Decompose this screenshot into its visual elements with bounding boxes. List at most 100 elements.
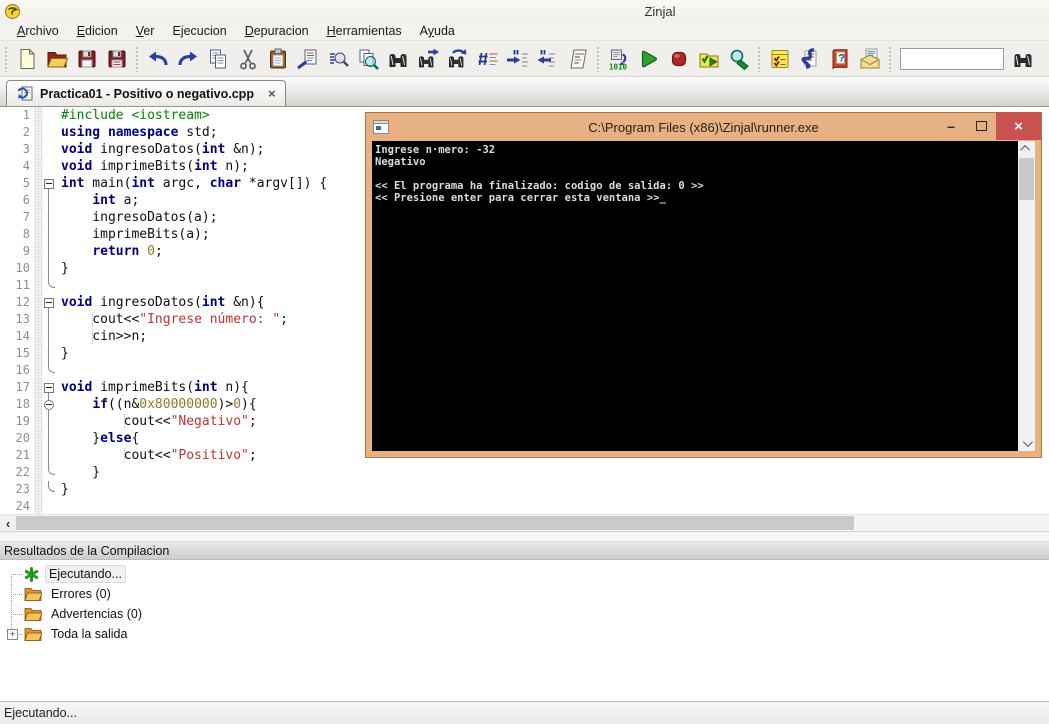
paste-button[interactable] [263,45,293,73]
format-code-button[interactable] [563,45,593,73]
svg-text:?: ? [838,52,845,64]
expand-icon[interactable]: + [7,629,18,640]
tree-item[interactable]: + Toda la salida [0,624,1049,644]
toolbar-handle[interactable] [596,45,601,72]
tree-item-label: Toda la salida [51,627,128,641]
code-text: imprimeBits(a); [61,227,210,242]
fold-toggle-icon[interactable] [42,396,56,413]
tree-item-label: Errores (0) [51,587,111,601]
help-index-button[interactable] [795,45,825,73]
fold-toggle-icon[interactable] [42,379,56,396]
tree-item[interactable]: Advertencias (0) [0,604,1049,624]
find-in-files-button[interactable] [353,45,383,73]
run-button[interactable] [634,45,664,73]
margin-separator [34,175,42,192]
fold-toggle-icon[interactable] [42,294,56,311]
open-file-button[interactable] [42,45,72,73]
menu-herramientas[interactable]: Herramientas [318,23,411,39]
toolbar-handle[interactable] [135,45,140,72]
toolbar-handle[interactable] [757,45,762,72]
scroll-left-arrow-icon[interactable]: ‹ [0,515,16,531]
save-all-button[interactable] [102,45,132,73]
search-binoculars-button[interactable] [1008,45,1038,73]
scroll-down-icon[interactable] [1018,436,1035,451]
console-close-button[interactable]: × [996,112,1041,140]
menu-archivo[interactable]: Archivo [8,23,68,39]
toolbar: 1010 ? [0,41,1049,77]
console-scrollbar-thumb[interactable] [1019,158,1034,200]
console-title-bar[interactable]: C:\Program Files (x86)\Zinjal\runner.exe… [366,112,1041,141]
status-bar: Ejecutando... [0,701,1049,724]
copy-button[interactable] [203,45,233,73]
margin-separator [34,311,42,328]
panel-splitter[interactable] [0,531,1049,542]
fold-margin [42,311,56,328]
tasks-button[interactable] [765,45,795,73]
console-minimize-button[interactable]: – [936,112,966,140]
find-button[interactable] [323,45,353,73]
replace-button[interactable] [443,45,473,73]
status-text: Ejecutando... [4,706,77,720]
toolbar-handle[interactable] [888,45,893,72]
code-line[interactable]: 23} [0,481,1049,498]
menu-depuracion[interactable]: Depuracion [236,23,318,39]
console-maximize-button[interactable] [966,112,996,140]
scroll-up-icon[interactable] [1018,141,1035,156]
send-results-button[interactable] [855,45,885,73]
code-text: if((n&0x80000000)>0){ [92,397,257,412]
runner-console-window[interactable]: C:\Program Files (x86)\Zinjal\runner.exe… [365,112,1042,458]
line-number: 21 [15,448,30,462]
console-scrollbar[interactable] [1018,141,1035,451]
tab-close-icon[interactable]: × [268,86,276,101]
menu-ayuda[interactable]: Ayuda [411,23,464,39]
tab-practica01[interactable]: Practica01 - Positivo o negativo.cpp × [6,80,286,106]
find-next-button[interactable] [413,45,443,73]
paste-insert-button[interactable] [293,45,323,73]
toolbar-search-input[interactable] [900,47,1004,70]
results-tree: Ejecutando... Errores (0) Advertencias (0)… [0,560,1049,710]
fold-margin [42,226,56,243]
menu-ver[interactable]: Ver [127,23,164,39]
fold-margin [42,209,56,226]
comment-button[interactable] [503,45,533,73]
menu-ejecucion[interactable]: Ejecucion [163,23,235,39]
fold-toggle-icon[interactable] [42,175,56,192]
debug-button[interactable] [724,45,754,73]
fold-margin [42,464,56,481]
code-text: void imprimeBits(int n){ [61,380,249,395]
new-file-button[interactable] [12,45,42,73]
compile-and-run-button[interactable] [694,45,724,73]
margin-separator [34,498,42,514]
code-line[interactable]: 22 } [0,464,1049,481]
margin-separator [34,379,42,396]
compile-button[interactable]: 1010 [604,45,634,73]
find-binoculars-button[interactable] [383,45,413,73]
margin-separator [34,481,42,498]
help-button[interactable]: ? [825,45,855,73]
editor-hscrollbar[interactable]: ‹ [0,514,1049,531]
margin-separator [34,362,42,379]
save-button[interactable] [72,45,102,73]
uncomment-button[interactable] [533,45,563,73]
tree-item[interactable]: Errores (0) [0,584,1049,604]
code-text: ingresoDatos(a); [61,210,218,225]
console-output[interactable]: Ingrese n·mero: -32 Negativo << El progra… [375,144,1015,451]
margin-separator [34,396,42,413]
line-number: 1 [22,108,30,122]
line-number: 10 [15,261,30,275]
cut-button[interactable] [233,45,263,73]
fold-margin [42,107,56,124]
code-line[interactable]: 24 [0,498,1049,514]
redo-button[interactable] [173,45,203,73]
hscrollbar-thumb[interactable] [16,516,854,530]
tree-item-label: Advertencias (0) [51,607,143,621]
toolbar-handle[interactable] [4,45,9,72]
fold-margin [42,362,56,379]
goto-line-button[interactable] [473,45,503,73]
tree-item[interactable]: Ejecutando... [0,564,1049,584]
stop-button[interactable] [664,45,694,73]
menu-edicion[interactable]: Edicion [68,23,127,39]
margin-separator [34,430,42,447]
undo-button[interactable] [143,45,173,73]
margin-separator [34,277,42,294]
